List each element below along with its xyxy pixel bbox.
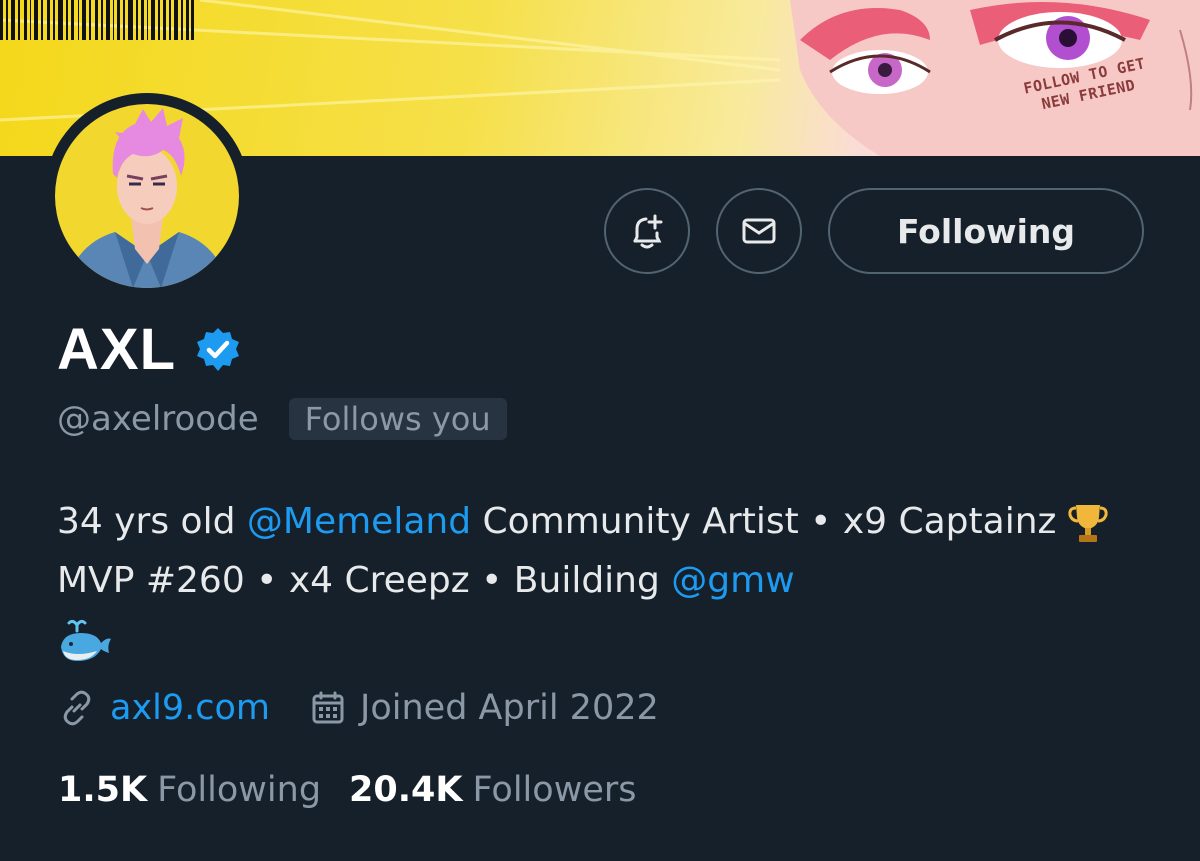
link-icon bbox=[63, 690, 91, 726]
following-count: 1.5K bbox=[58, 770, 148, 810]
following-stat[interactable]: 1.5K Following bbox=[58, 770, 321, 810]
follow-stats: 1.5K Following 20.4K Followers bbox=[58, 770, 636, 810]
message-button[interactable] bbox=[716, 188, 802, 274]
followers-stat[interactable]: 20.4K Followers bbox=[349, 770, 636, 810]
profile-name-row: AXL bbox=[57, 316, 242, 383]
mention-link-gmw[interactable]: @gmw bbox=[671, 560, 794, 601]
profile-meta-row: axl9.com Joined April 2022 bbox=[58, 688, 659, 728]
notifications-button[interactable] bbox=[604, 188, 690, 274]
bio-text: Community Artist • x9 Captainz bbox=[471, 501, 1068, 542]
mention-link-memeland[interactable]: @Memeland bbox=[247, 501, 471, 542]
avatar[interactable] bbox=[55, 104, 239, 288]
verified-badge-icon[interactable] bbox=[194, 326, 242, 374]
trophy-emoji-icon bbox=[1068, 501, 1108, 542]
following-button[interactable]: Following bbox=[828, 188, 1144, 274]
follows-you-badge: Follows you bbox=[288, 398, 507, 440]
barcode-graphic bbox=[0, 0, 194, 40]
calendar-icon bbox=[312, 691, 344, 724]
website-link[interactable]: axl9.com bbox=[110, 688, 270, 728]
following-label: Following bbox=[157, 770, 322, 810]
bell-plus-icon bbox=[633, 214, 663, 249]
avatar-illustration bbox=[65, 108, 229, 288]
followers-count: 20.4K bbox=[349, 770, 463, 810]
profile-bio: 34 yrs old @Memeland Community Artist • … bbox=[57, 492, 1147, 669]
handle-row: @axelroode Follows you bbox=[57, 398, 507, 440]
followers-label: Followers bbox=[472, 770, 637, 810]
display-name: AXL bbox=[57, 317, 176, 382]
envelope-icon bbox=[742, 218, 776, 244]
bio-text: 34 yrs old bbox=[57, 501, 247, 542]
bio-text: MVP #260 • x4 Creepz • Building bbox=[57, 560, 672, 601]
username-handle: @axelroode bbox=[57, 399, 259, 439]
whale-emoji-icon bbox=[57, 619, 113, 661]
joined-date: Joined April 2022 bbox=[360, 688, 659, 728]
